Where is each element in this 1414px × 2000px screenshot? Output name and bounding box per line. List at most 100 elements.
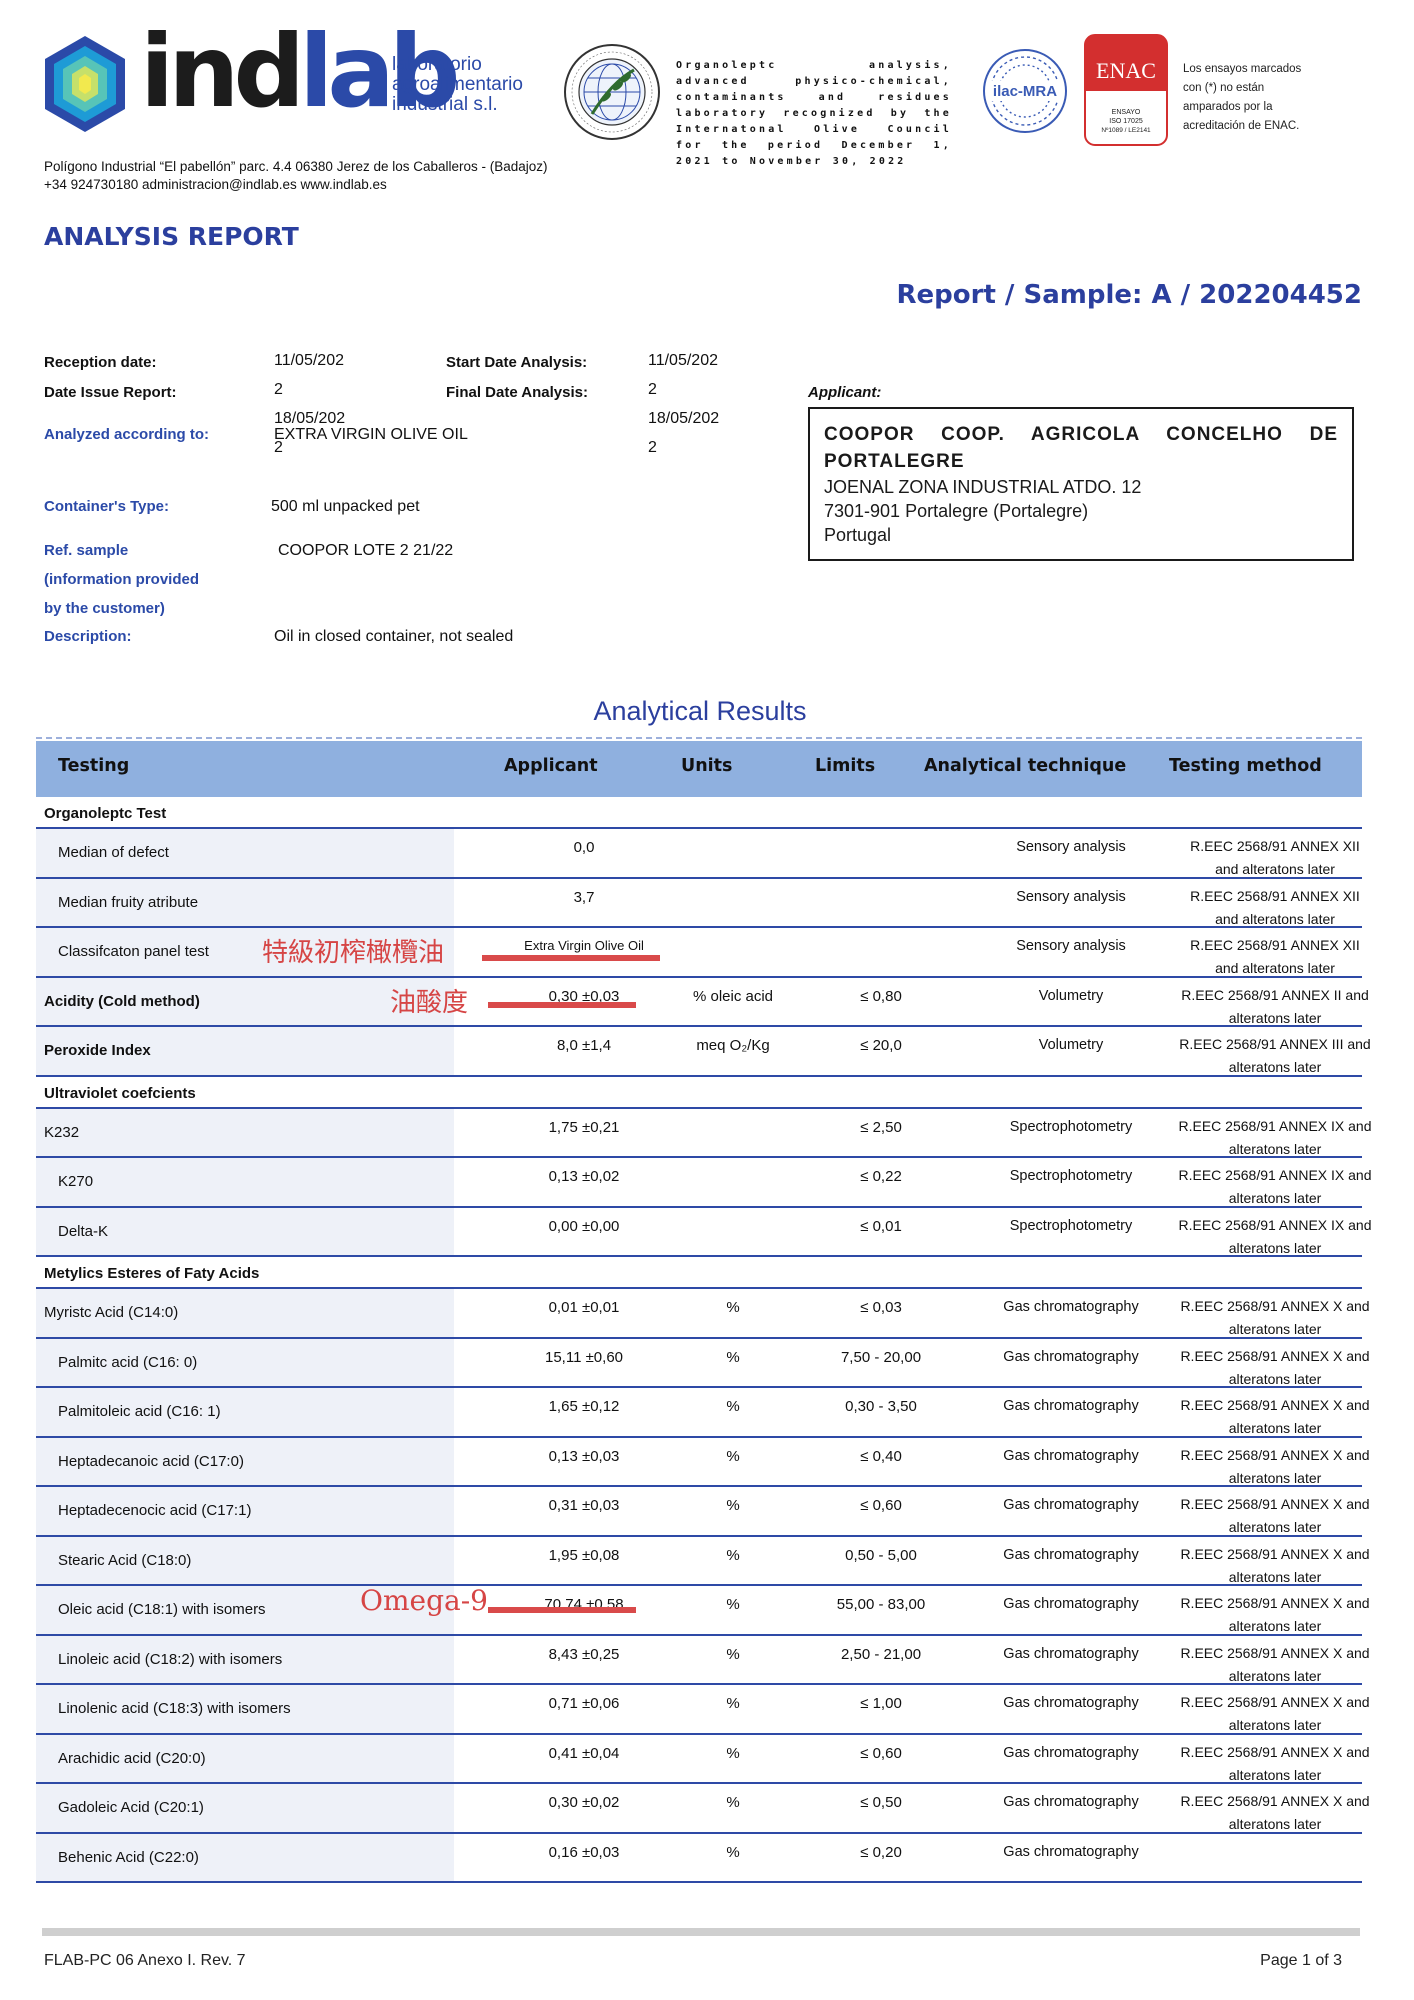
test-name: Peroxide Index [44,1042,151,1059]
test-name: K232 [44,1123,80,1141]
section-row: Ultraviolet coefcients [36,1077,1362,1109]
annotation-underline-evoo [482,955,660,961]
report-sample-id: Report / Sample: A / 202204452 [896,280,1363,310]
test-name: K270 [58,1173,94,1190]
enac-small-2: ISO 17025 [1109,118,1143,125]
col-header-testing: Testing [58,756,130,776]
method-value: R.EEC 2568/91 ANNEX XII and alteratons l… [1190,887,1360,927]
footer-page-number: Page 1 of 3 [1260,1952,1342,1969]
table-row: Arachidic acid (C20:0) 0,41 ±0,04% ≤ 0,60 G… [36,1734,1370,1784]
test-name: Median of defect [58,844,169,861]
annotation-underline-omega9 [488,1607,636,1613]
applicant-address-1: JOENAL ZONA INDUSTRIAL ATDO. 12 [824,477,1142,497]
method-value: R.EEC 2568/91 ANNEX IX and alteratons la… [1178,1216,1372,1256]
start-date-value: 11/05/202 2 [648,352,718,398]
table-row: Median of defect 0,0 Sensory analysis R.EEC… [36,829,1362,879]
col-header-units: Units [681,756,733,776]
method-value: R.EEC 2568/91 ANNEX III and alteratons l… [1179,1036,1371,1075]
table-row: Stearic Acid (C18:0) 1,95 ±0,08% 0,50 - 5,… [36,1536,1370,1586]
test-name: Arachidic acid (C20:0) [58,1749,206,1767]
table-row: Classifcaton panel test Extra Virgin Oliv… [36,928,1362,978]
col-header-applicant: Applicant [504,756,598,776]
table-row: Acidity (Cold method) 0,30 ±0,03% oleic a… [36,977,1369,1027]
applicant-name: COOPOR COOP. AGRICOLA CONCELHO DE PORTAL… [824,424,1338,472]
issue-date-label: Date Issue Report: [44,384,177,401]
test-name: Heptadecanoic acid (C17:0) [58,1452,244,1470]
method-value: R.EEC 2568/91 ANNEX X and alteratons lat… [1180,1298,1370,1337]
table-row: Gadoleic Acid (C20:1) 0,30 ±0,02% ≤ 0,50 Ga… [36,1784,1370,1834]
table-row: Heptadecenocic acid (C17:1) 0,31 ±0,03% ≤ … [36,1487,1370,1537]
applicant-value: 0,00 ±0,00 [548,1217,620,1235]
table-row: Heptadecanoic acid (C17:0) 0,13 ±0,03% ≤ 0… [36,1437,1370,1487]
test-name: Palmitoleic acid (C16: 1) [58,1403,221,1420]
test-name: Median fruity atribute [58,893,199,911]
enac-note: Los ensayos marcados con (*) no están am… [1183,63,1302,132]
method-value: R.EEC 2568/91 ANNEX X and alteratons lat… [1180,1644,1370,1684]
table-row: Peroxide Index 8,0 ±1,4 meq O₂/Kg ≤ 20,0 Vol… [36,1027,1371,1077]
applicant-value: 0,0 [573,839,595,856]
test-name: Behenic Acid (C22:0) [58,1848,199,1866]
table-row: Median fruity atribute 3,7 Sensory analysi… [36,878,1362,928]
applicant-box: COOPOR COOP. AGRICOLA CONCELHO DE PORTAL… [808,407,1354,561]
enac-small-3: Nº1089 / LE2141 [1101,127,1151,134]
section-row: Organoleptc Test [36,797,1362,829]
table-row: Myristc Acid (C14:0) 0,01 ±0,01% ≤ 0,03 Gas… [36,1289,1370,1339]
section-title: Organoleptc Test [44,805,167,822]
technique-value: Gas chromatography [1003,1843,1139,1860]
table-row: K232 1,75 ±0,21 ≤ 2,50 Spectrophotometry R.E… [36,1108,1372,1158]
test-name: Acidity (Cold method) [44,992,200,1010]
applicant-value: 1,75 ±0,21 [548,1118,620,1136]
test-name: Linoleic acid (C18:2) with isomers [58,1650,283,1668]
annotation-acidity: 油酸度 [390,988,469,1018]
method-value: R.EEC 2568/91 ANNEX X and alteratons lat… [1180,1347,1370,1387]
table-row: Palmitoleic acid (C16: 1) 1,65 ±0,12% 0,30… [36,1388,1370,1438]
enac-small-1: ENSAYO [1112,109,1141,116]
annotation-omega9: Omega-9 [360,1584,488,1617]
table-row: Linolenic acid (C18:3) with isomers 0,71 … [36,1685,1370,1735]
description-value: Oil in closed container, not sealed [274,628,514,645]
table-row: Palmitc acid (C16: 0) 15,11 ±0,60% 7,50 - … [36,1338,1370,1388]
footer-rule [42,1928,1360,1936]
test-name: Heptadecenocic acid (C17:1) [58,1502,252,1519]
annotation-evoo: 特級初榨橄欖油 [262,938,445,968]
ref-sample-label: Ref. sample (information provided by the… [44,542,199,617]
footer-form-code: FLAB-PC 06 Anexo I. Rev. 7 [44,1952,246,1969]
analyzed-label: Analyzed according to: [44,426,210,443]
method-value: R.EEC 2568/91 ANNEX IX and alteratons la… [1178,1117,1372,1157]
ioc-seal-icon [564,44,660,140]
method-value: R.EEC 2568/91 ANNEX X and alteratons lat… [1180,1446,1370,1486]
ref-sample-value: COOPOR LOTE 2 21/22 [278,542,454,559]
method-value: R.EEC 2568/91 ANNEX X and alteratons lat… [1180,1496,1370,1535]
ioc-recognition-text: Organoleptc analysis, advanced physico-c… [676,60,952,167]
applicant-address-2: 7301-901 Portalegre (Portalegre) [824,501,1089,521]
method-value: R.EEC 2568/91 ANNEX XII and alteratons l… [1190,937,1360,976]
row-shade [36,1108,454,1156]
indlab-subtitle: laboratorio agroalimentario industrial s… [392,54,523,115]
method-value: R.EEC 2568/91 ANNEX X and alteratons lat… [1180,1743,1370,1783]
test-name: Gadoleic Acid (C20:1) [58,1799,204,1816]
test-name: Oleic acid (C18:1) with isomers [58,1601,266,1618]
table-row: Delta-K 0,00 ±0,00 ≤ 0,01 Spectrophotometry… [36,1207,1372,1257]
section-title: Metylics Esteres of Faty Acids [44,1265,260,1282]
table-row: Oleic acid (C18:1) with isomers 70,74 ±0,… [36,1586,1370,1636]
table-row: K270 0,13 ±0,02 ≤ 0,22 Spectrophotometry R.E… [36,1158,1372,1208]
applicant-value: Extra Virgin Olive Oil [524,938,644,953]
col-header-method: Testing method [1169,756,1322,776]
final-date-value: 18/05/202 2 [648,410,720,456]
enac-accreditation-icon: ENAC ENSAYO ISO 17025 Nº1089 / LE2141 [1084,34,1168,146]
test-name: Linolenic acid (C18:3) with isomers [58,1700,291,1717]
lab-address: Polígono Industrial “El pabellón” parc. … [44,159,548,192]
table-row: Linoleic acid (C18:2) with isomers 8,43 ±… [36,1635,1370,1685]
report-title: ANALYSIS REPORT [44,222,299,251]
analyzed-value: EXTRA VIRGIN OLIVE OIL [274,426,468,443]
header-dashed-rule [36,737,1362,739]
test-name: Palmitc acid (C16: 0) [58,1353,198,1371]
ilac-label: ilac-MRA [993,83,1057,100]
annotation-underline-acidity [488,1002,636,1008]
reception-date-label: Reception date: [44,354,157,371]
test-name: Delta-K [58,1222,109,1240]
method-value: R.EEC 2568/91 ANNEX XII and alteratons l… [1190,838,1360,877]
col-header-limits: Limits [815,756,876,776]
container-value: 500 ml unpacked pet [271,498,420,515]
applicant-country: Portugal [824,525,892,545]
